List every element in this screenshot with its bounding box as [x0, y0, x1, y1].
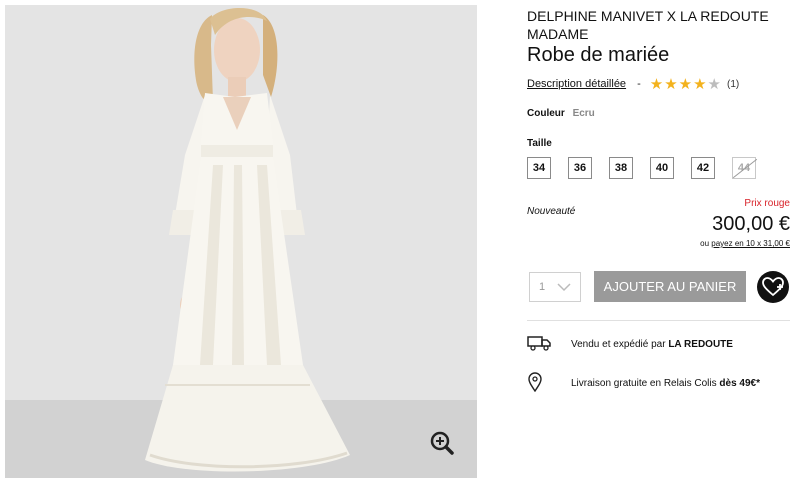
- quantity-select[interactable]: 1: [529, 272, 581, 302]
- zoom-in-icon[interactable]: [429, 430, 455, 456]
- divider: [527, 320, 790, 321]
- color-row: Couleur Ecru: [527, 108, 595, 119]
- shipping-info: Vendu et expédié par LA REDOUTE: [527, 335, 733, 354]
- brand-name[interactable]: DELPHINE MANIVET X LA REDOUTE MADAME: [527, 7, 797, 43]
- star-icon: ★: [678, 75, 693, 93]
- size-option[interactable]: 42: [691, 157, 715, 179]
- size-label: Taille: [527, 138, 552, 149]
- star-icon: ★: [693, 75, 707, 93]
- separator: -: [637, 78, 641, 90]
- product-title: Robe de mariée: [527, 44, 670, 66]
- rating-row: Description détaillée - ★ ★ ★ ★ ★ (1): [527, 76, 739, 92]
- price: 300,00 €: [712, 213, 790, 235]
- size-selector: 34 36 38 40 42 44: [527, 157, 756, 179]
- shipping-text: Vendu et expédié par: [571, 339, 666, 350]
- product-image[interactable]: [5, 5, 477, 478]
- size-option[interactable]: 36: [568, 157, 592, 179]
- delivery-text: Livraison gratuite en Relais Colis: [571, 378, 717, 389]
- installment-link[interactable]: payez en 10 x 31,00 €: [711, 239, 790, 248]
- color-value: Ecru: [572, 108, 595, 119]
- star-rating[interactable]: ★ ★ ★ ★ ★: [650, 77, 721, 92]
- model-illustration: [145, 8, 350, 472]
- installment-prefix: ou: [700, 239, 710, 248]
- color-label: Couleur: [527, 108, 565, 119]
- new-badge: Nouveauté: [527, 206, 576, 217]
- size-option[interactable]: 34: [527, 157, 551, 179]
- truck-icon: [527, 335, 551, 354]
- star-icon: ★: [649, 75, 664, 93]
- star-empty-icon: ★: [707, 75, 721, 93]
- seller-name: LA REDOUTE: [668, 339, 733, 350]
- delivery-threshold: dès 49€*: [719, 378, 760, 389]
- quantity-value: 1: [539, 281, 546, 293]
- review-count[interactable]: (1): [727, 79, 739, 90]
- star-icon: ★: [664, 75, 678, 93]
- heart-plus-icon[interactable]: [757, 271, 789, 303]
- delivery-info: Livraison gratuite en Relais Colis dès 4…: [527, 372, 760, 395]
- add-to-cart-button[interactable]: AJOUTER AU PANIER: [594, 271, 746, 302]
- location-pin-icon: [527, 372, 543, 395]
- size-option[interactable]: 38: [609, 157, 633, 179]
- size-option-unavailable: 44: [732, 157, 756, 179]
- promo-label: Prix rouge: [744, 198, 790, 209]
- description-link[interactable]: Description détaillée: [527, 78, 626, 90]
- installment-info: ou payez en 10 x 31,00 €: [700, 239, 790, 248]
- size-option[interactable]: 40: [650, 157, 674, 179]
- chevron-down-icon: [556, 279, 572, 298]
